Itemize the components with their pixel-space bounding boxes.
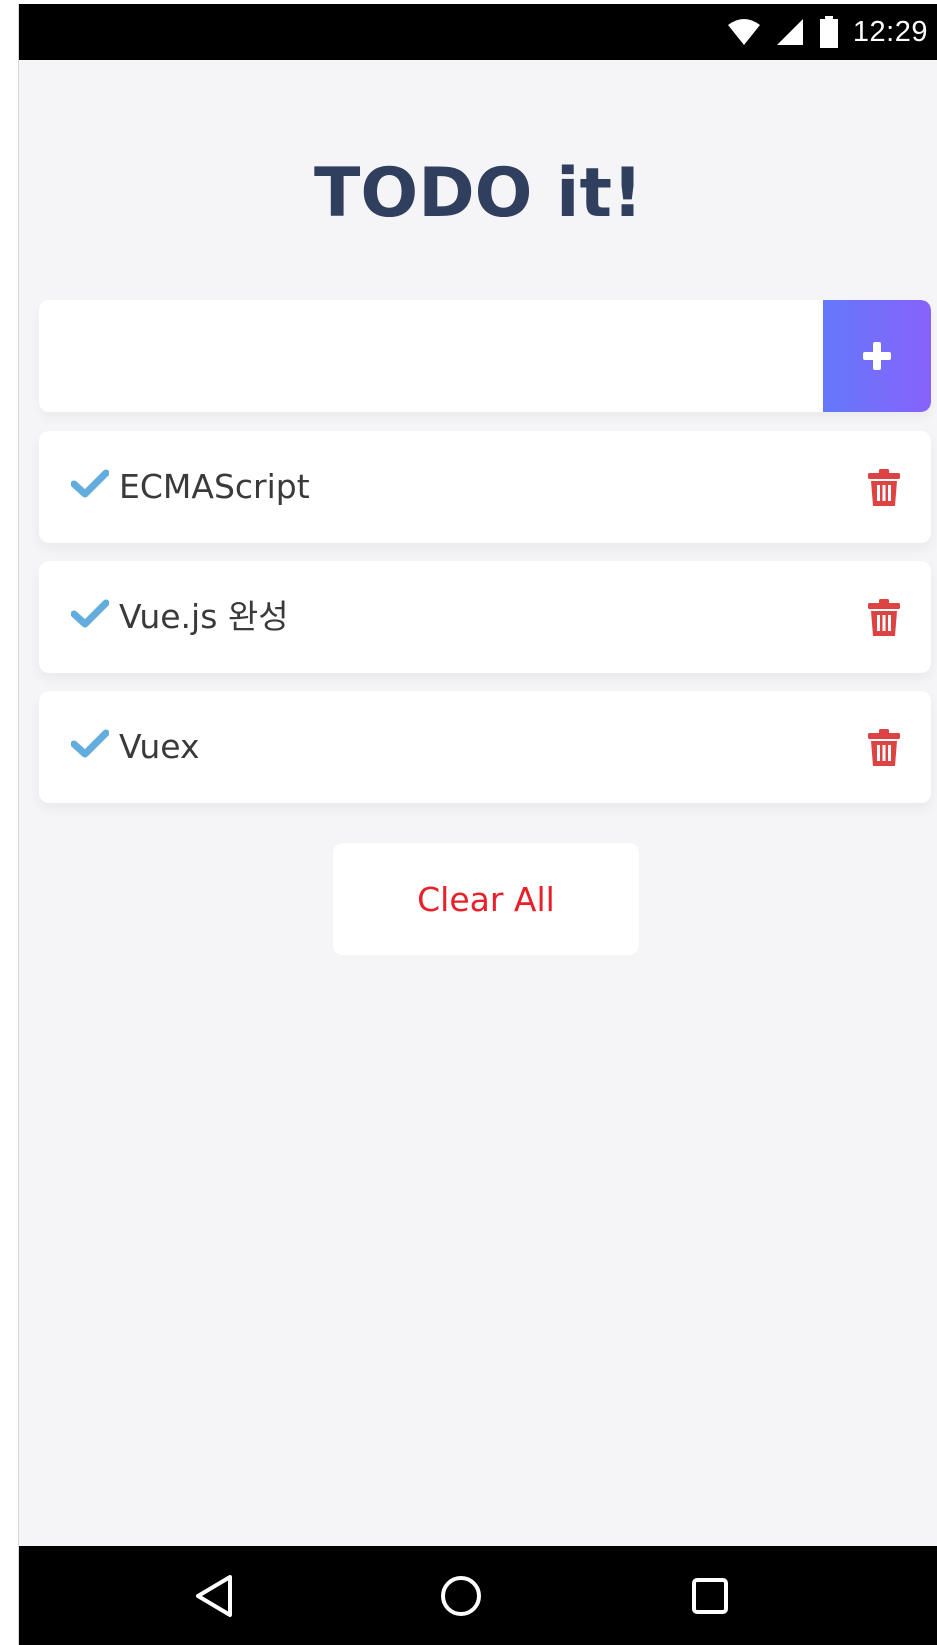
todo-item: ECMAScript bbox=[39, 431, 931, 543]
status-time: 12:29 bbox=[852, 15, 928, 48]
back-button[interactable] bbox=[174, 1546, 254, 1645]
back-icon bbox=[196, 1574, 232, 1617]
status-icons: 12:29 bbox=[727, 4, 928, 60]
battery-icon bbox=[819, 16, 838, 48]
check-icon[interactable] bbox=[71, 729, 109, 759]
check-icon[interactable] bbox=[71, 599, 109, 629]
recents-button[interactable] bbox=[670, 1546, 750, 1645]
todo-item: Vuex bbox=[39, 691, 931, 803]
home-icon bbox=[441, 1575, 481, 1616]
wifi-icon bbox=[727, 19, 760, 45]
check-icon[interactable] bbox=[71, 469, 109, 499]
device-screen: 12:29 TODO it! ECMAScript Vue.js 완성 Vuex… bbox=[18, 4, 937, 1645]
trash-icon[interactable] bbox=[867, 469, 901, 507]
todo-text: Vuex bbox=[119, 727, 200, 766]
todo-text: ECMAScript bbox=[119, 467, 310, 506]
add-todo-button[interactable] bbox=[823, 300, 931, 412]
trash-icon[interactable] bbox=[867, 599, 901, 637]
todo-list: ECMAScript Vue.js 완성 Vuex bbox=[39, 431, 931, 821]
todo-input[interactable] bbox=[39, 300, 809, 412]
recents-icon bbox=[692, 1577, 728, 1614]
plus-icon bbox=[863, 342, 891, 370]
page-title: TODO it! bbox=[314, 154, 643, 233]
status-bar: 12:29 bbox=[19, 4, 937, 60]
clear-all-button[interactable]: Clear All bbox=[333, 843, 639, 955]
home-button[interactable] bbox=[421, 1546, 501, 1645]
trash-icon[interactable] bbox=[867, 729, 901, 767]
cell-signal-icon bbox=[776, 19, 803, 45]
todo-input-box bbox=[39, 300, 931, 412]
navigation-bar bbox=[19, 1546, 937, 1645]
todo-item: Vue.js 완성 bbox=[39, 561, 931, 673]
todo-text: Vue.js 완성 bbox=[119, 597, 289, 636]
